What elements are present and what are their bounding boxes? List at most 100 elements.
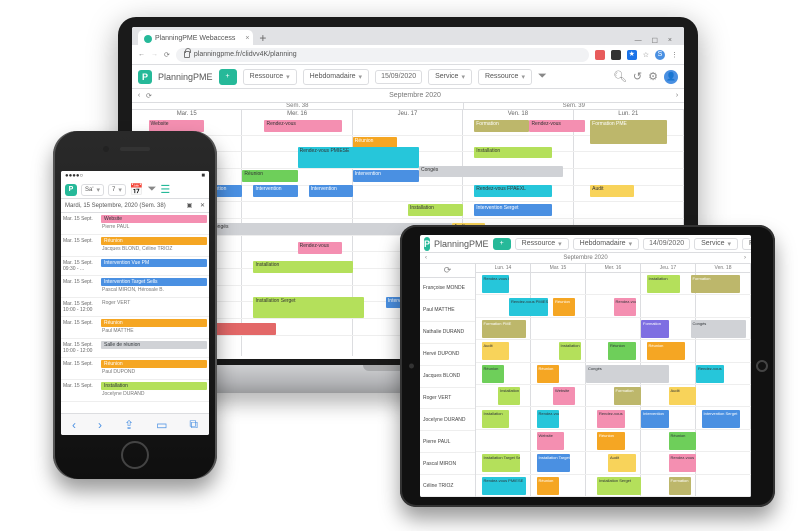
resource-row[interactable]: Pierre PAUL bbox=[420, 431, 475, 453]
view-dropdown[interactable]: Hebdomadaire▾ bbox=[573, 238, 639, 250]
event[interactable]: Congés bbox=[586, 365, 669, 383]
event[interactable]: Installation bbox=[498, 387, 520, 405]
list-item[interactable]: Mar. 15 Sept. 10:00 - 12:00Salle de réun… bbox=[61, 339, 209, 358]
event[interactable]: Rendez-vous bbox=[264, 120, 341, 132]
add-button[interactable]: + bbox=[219, 69, 237, 85]
event[interactable]: Installation bbox=[559, 342, 581, 360]
next-period-icon[interactable]: › bbox=[670, 92, 684, 99]
collapse-icon[interactable]: ▣ bbox=[187, 203, 193, 209]
browser-menu-icon[interactable]: ⋮ bbox=[671, 51, 678, 59]
event[interactable]: Formation bbox=[614, 387, 642, 405]
forward-icon[interactable]: › bbox=[98, 418, 102, 432]
event[interactable]: Installation bbox=[253, 261, 352, 273]
event[interactable]: Audit bbox=[590, 185, 634, 197]
resource-row[interactable]: Roger VERT bbox=[420, 388, 475, 410]
resource-row[interactable]: Céline TRIOZ bbox=[420, 475, 475, 497]
nav-back-icon[interactable]: ← bbox=[138, 51, 145, 58]
event[interactable]: Audit bbox=[608, 454, 636, 472]
event[interactable]: Réunion bbox=[553, 298, 575, 316]
add-button[interactable]: + bbox=[493, 238, 511, 250]
tabs-icon[interactable]: ⧉ bbox=[189, 417, 198, 432]
event[interactable]: Intervention bbox=[253, 185, 297, 197]
service-filter-dropdown[interactable]: Service▾ bbox=[694, 238, 738, 250]
list-item[interactable]: Mar. 15 Sept. 10:00 - 12:00Roger VERT bbox=[61, 298, 209, 317]
event[interactable]: Installation bbox=[474, 147, 551, 159]
event[interactable]: Salle de réunion bbox=[101, 341, 207, 349]
event[interactable]: Rendez-vous bbox=[529, 120, 584, 132]
event[interactable]: Réunion bbox=[647, 342, 686, 360]
event[interactable]: Formation PME bbox=[482, 320, 526, 338]
resource-filter-dropdown[interactable]: Ressource▾ bbox=[742, 238, 751, 250]
tab-close-icon[interactable]: × bbox=[245, 35, 249, 42]
browser-tab[interactable]: PlanningPME Webaccess × bbox=[138, 30, 253, 45]
extension-icon[interactable]: ★ bbox=[627, 50, 637, 60]
event[interactable]: Formation bbox=[474, 120, 529, 132]
service-filter-dropdown[interactable]: Service▾ bbox=[428, 69, 472, 85]
resource-row[interactable]: Nathalie DURAND bbox=[420, 322, 475, 344]
event[interactable]: Réunion bbox=[482, 365, 504, 383]
window-minimize-icon[interactable]: — bbox=[635, 37, 642, 45]
nav-reload-icon[interactable]: ⟳ bbox=[164, 51, 170, 59]
resource-row[interactable]: Pascal MIRON bbox=[420, 453, 475, 475]
event[interactable]: Installation Target Sells bbox=[482, 454, 521, 472]
bookmark-icon[interactable]: ☆ bbox=[643, 51, 649, 59]
event[interactable]: Rendez-vous bbox=[696, 365, 724, 383]
clear-icon[interactable]: ✕ bbox=[200, 203, 205, 209]
event[interactable]: Intervention Vue PM bbox=[101, 259, 207, 267]
resource-row[interactable]: Jacques BLOND bbox=[420, 366, 475, 388]
resource-row[interactable]: Jocelyne DURAND bbox=[420, 409, 475, 431]
refresh-icon[interactable]: ⟳ bbox=[444, 265, 452, 276]
event[interactable]: Réunion bbox=[608, 342, 636, 360]
list-item[interactable]: Mar. 15 Sept.Intervention Target SellsPa… bbox=[61, 276, 209, 298]
event[interactable]: Website bbox=[537, 432, 565, 450]
next-period-icon[interactable]: › bbox=[739, 255, 751, 261]
resource-dropdown[interactable]: Ressource▾ bbox=[243, 69, 297, 85]
count-dropdown[interactable]: 7▾ bbox=[108, 184, 126, 196]
event-list[interactable]: Mar. 15 Sept.WebsitePierre PAULMar. 15 S… bbox=[61, 213, 209, 413]
date-picker[interactable]: 14/09/2020 bbox=[643, 238, 690, 250]
event[interactable]: Rendez-vous PMIESE bbox=[482, 477, 526, 495]
settings-gear-icon[interactable]: ⚙ bbox=[648, 70, 658, 83]
event[interactable]: Intervention Serget bbox=[474, 204, 551, 216]
event[interactable]: Congés bbox=[691, 320, 746, 338]
event[interactable]: Intervention bbox=[353, 170, 419, 182]
event[interactable]: Rendez-vous PMIESE bbox=[298, 147, 419, 168]
home-button[interactable] bbox=[756, 360, 768, 372]
event[interactable]: Intervention Target Sells bbox=[101, 278, 207, 286]
event[interactable]: Réunion bbox=[597, 432, 625, 450]
calendar-body[interactable]: Rendez-vous PMIESE Installation Formatio… bbox=[476, 273, 751, 497]
list-item[interactable]: Mar. 15 Sept.RéunionJacques BLOND, Célin… bbox=[61, 235, 209, 257]
event[interactable]: Congés bbox=[419, 166, 563, 178]
profile-avatar[interactable]: S bbox=[655, 50, 665, 60]
event[interactable]: Rendez-vous FPAEXL bbox=[474, 185, 551, 197]
filter-icon[interactable]: ⏷ bbox=[148, 183, 157, 196]
event[interactable]: Installation bbox=[101, 382, 207, 390]
resource-filter-dropdown[interactable]: Ressource▾ bbox=[478, 69, 532, 85]
list-item[interactable]: Mar. 15 Sept.InstallationJocelyne DURAND bbox=[61, 380, 209, 402]
prev-period-icon[interactable]: ‹ bbox=[132, 92, 146, 99]
refresh-icon[interactable]: ⟳ bbox=[146, 92, 160, 100]
event[interactable]: Intervention bbox=[309, 185, 353, 197]
calendar-icon[interactable]: 📅 bbox=[130, 183, 144, 196]
list-item[interactable]: Mar. 15 Sept.WebsitePierre PAUL bbox=[61, 213, 209, 235]
event[interactable]: Rendez-vous bbox=[298, 242, 342, 254]
list-item[interactable]: Mar. 15 Sept.RéunionPaul DUPOND bbox=[61, 358, 209, 380]
event[interactable]: Installation Serget bbox=[597, 477, 641, 495]
list-item[interactable]: Mar. 15 Sept.RéunionPaul MATTHE bbox=[61, 317, 209, 339]
list-item[interactable]: Mar. 15 Sept. 09:30 - ...Intervention Vu… bbox=[61, 257, 209, 276]
prev-period-icon[interactable]: ‹ bbox=[420, 255, 432, 261]
event[interactable]: Installation Target Sells bbox=[537, 454, 570, 472]
filter-icon[interactable]: ⏷ bbox=[538, 70, 547, 83]
event[interactable]: Formation bbox=[691, 275, 741, 293]
event[interactable]: Rendez-vous bbox=[597, 410, 625, 428]
event[interactable]: Installation bbox=[482, 410, 510, 428]
event[interactable]: Réunion bbox=[101, 319, 207, 327]
event[interactable]: Installation bbox=[647, 275, 680, 293]
event[interactable]: Intervention bbox=[641, 410, 669, 428]
view-dropdown[interactable]: Hebdomadaire▾ bbox=[303, 69, 369, 85]
nav-forward-icon[interactable]: → bbox=[151, 51, 158, 58]
resource-dropdown[interactable]: Ressource▾ bbox=[515, 238, 569, 250]
home-button[interactable] bbox=[121, 441, 149, 469]
event[interactable]: Website bbox=[101, 215, 207, 223]
event[interactable]: Installation Serget bbox=[253, 297, 363, 318]
